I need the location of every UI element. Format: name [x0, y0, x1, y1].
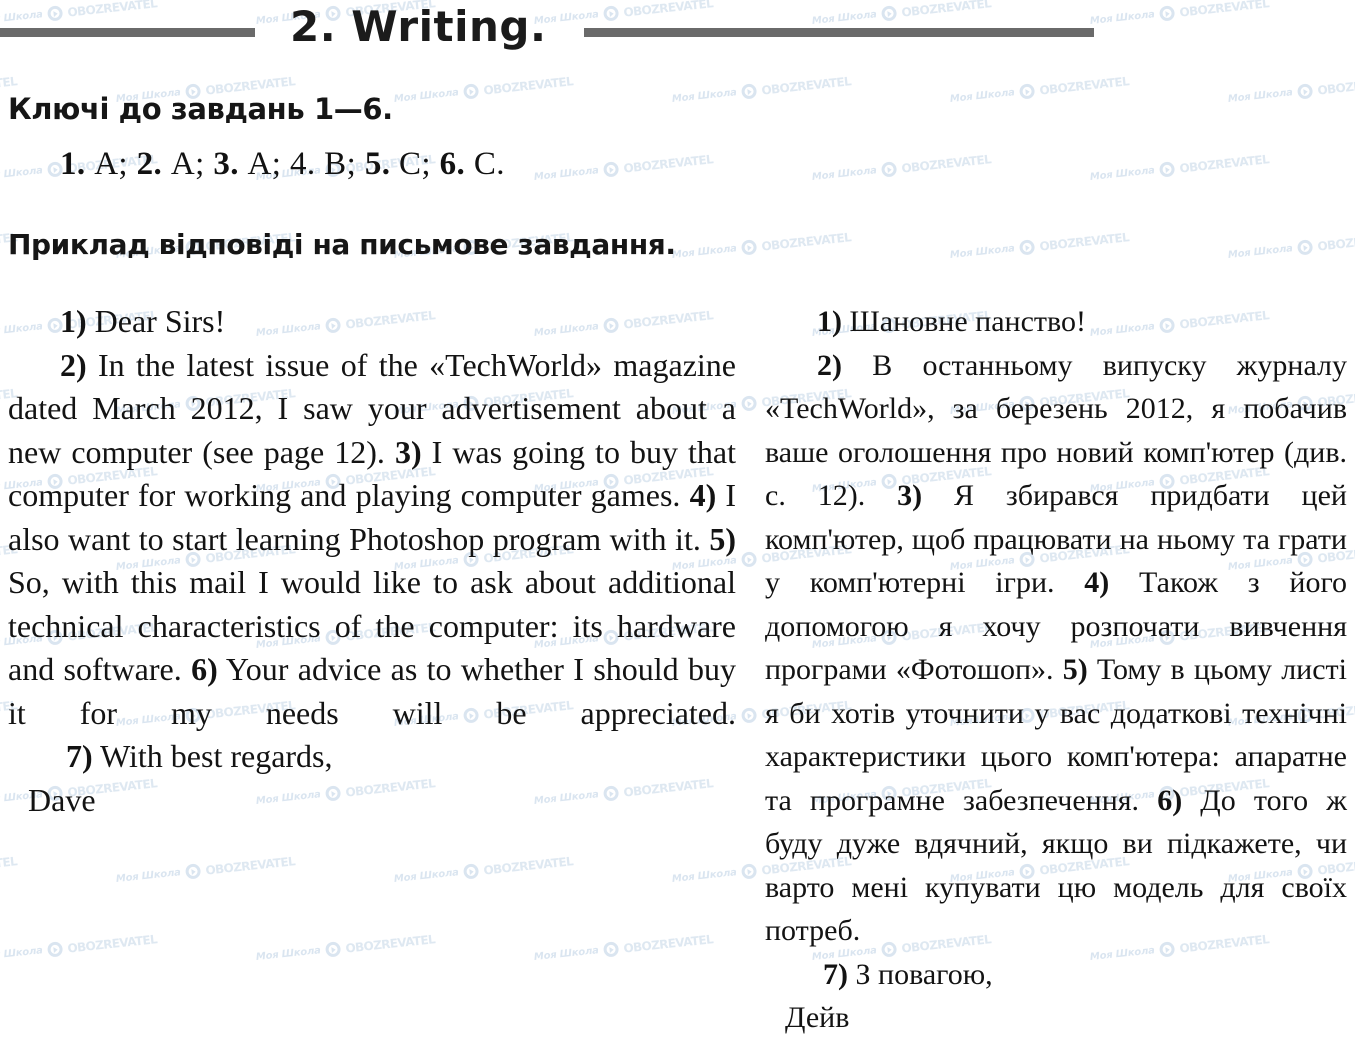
key-answer-4: B; [324, 146, 365, 182]
key-number-6: 6. [439, 146, 474, 182]
keys-answers-line: 1. A; 2. A; 3. A; 4. B; 5. C; 6. C. [60, 146, 505, 183]
letter-en-marker-1: 1) [60, 303, 87, 339]
key-answer-6: C. [473, 146, 505, 182]
letter-marker: 6) [1157, 783, 1183, 817]
letter-uk-body: 2) В останньому випуску журналу «TechWor… [765, 348, 1348, 948]
key-number-4: 4. [289, 146, 325, 182]
keys-heading: Ключі до завдань 1—6. [8, 92, 393, 126]
letter-column-english: 1) Dear Sirs! 2) In the latest issue of … [8, 300, 736, 822]
letter-marker: 6) [191, 651, 218, 687]
letter-en-greeting: 1) Dear Sirs! [8, 300, 736, 344]
letter-marker: 1) [817, 305, 842, 338]
document-content: 2. Writing. Ключі до завдань 1—6. 1. A; … [0, 0, 1355, 1034]
letter-uk-signature: Дейв [785, 1001, 850, 1034]
letter-en-greeting-text: Dear Sirs! [94, 303, 226, 339]
letter-uk-closing: 7) З повагою, [823, 957, 993, 991]
header-rule-right [584, 27, 1095, 37]
key-answer-1: A; [94, 146, 137, 182]
key-answer-3: A; [247, 146, 290, 182]
letter-marker: 4) [689, 477, 717, 513]
letter-marker: 2) [60, 346, 87, 383]
letter-marker: 7) [823, 957, 848, 991]
letter-en-signature: Dave [28, 781, 96, 818]
sample-answer-heading: Приклад відповіді на письмове завдання. [8, 228, 676, 261]
key-number-5: 5. [364, 146, 400, 182]
letter-marker: 3) [897, 479, 923, 512]
letter-column-ukrainian: 1) Шановне панство! 2) В останньому випу… [765, 300, 1347, 1040]
key-number-1: 1. [60, 146, 95, 182]
letter-marker: 2) [817, 348, 842, 382]
page-header: 2. Writing. [0, 0, 1355, 62]
letter-en-body: 2) In the latest issue of the «TechWorld… [8, 346, 737, 731]
letter-marker: 4) [1084, 566, 1110, 599]
key-answer-5: C; [399, 146, 440, 182]
letter-marker: 3) [394, 433, 422, 470]
letter-en-closing: 7) With best regards, [66, 738, 333, 774]
page-title: 2. Writing. [290, 2, 547, 51]
key-number-3: 3. [213, 146, 248, 182]
letter-uk-greeting: 1) Шановне панство! [817, 305, 1086, 338]
key-answer-2: A; [170, 146, 214, 182]
key-number-2: 2. [136, 146, 171, 182]
letter-marker: 7) [66, 738, 93, 774]
letter-marker: 5) [1062, 653, 1088, 686]
letter-marker: 5) [709, 520, 736, 557]
header-rule-left [0, 27, 255, 37]
